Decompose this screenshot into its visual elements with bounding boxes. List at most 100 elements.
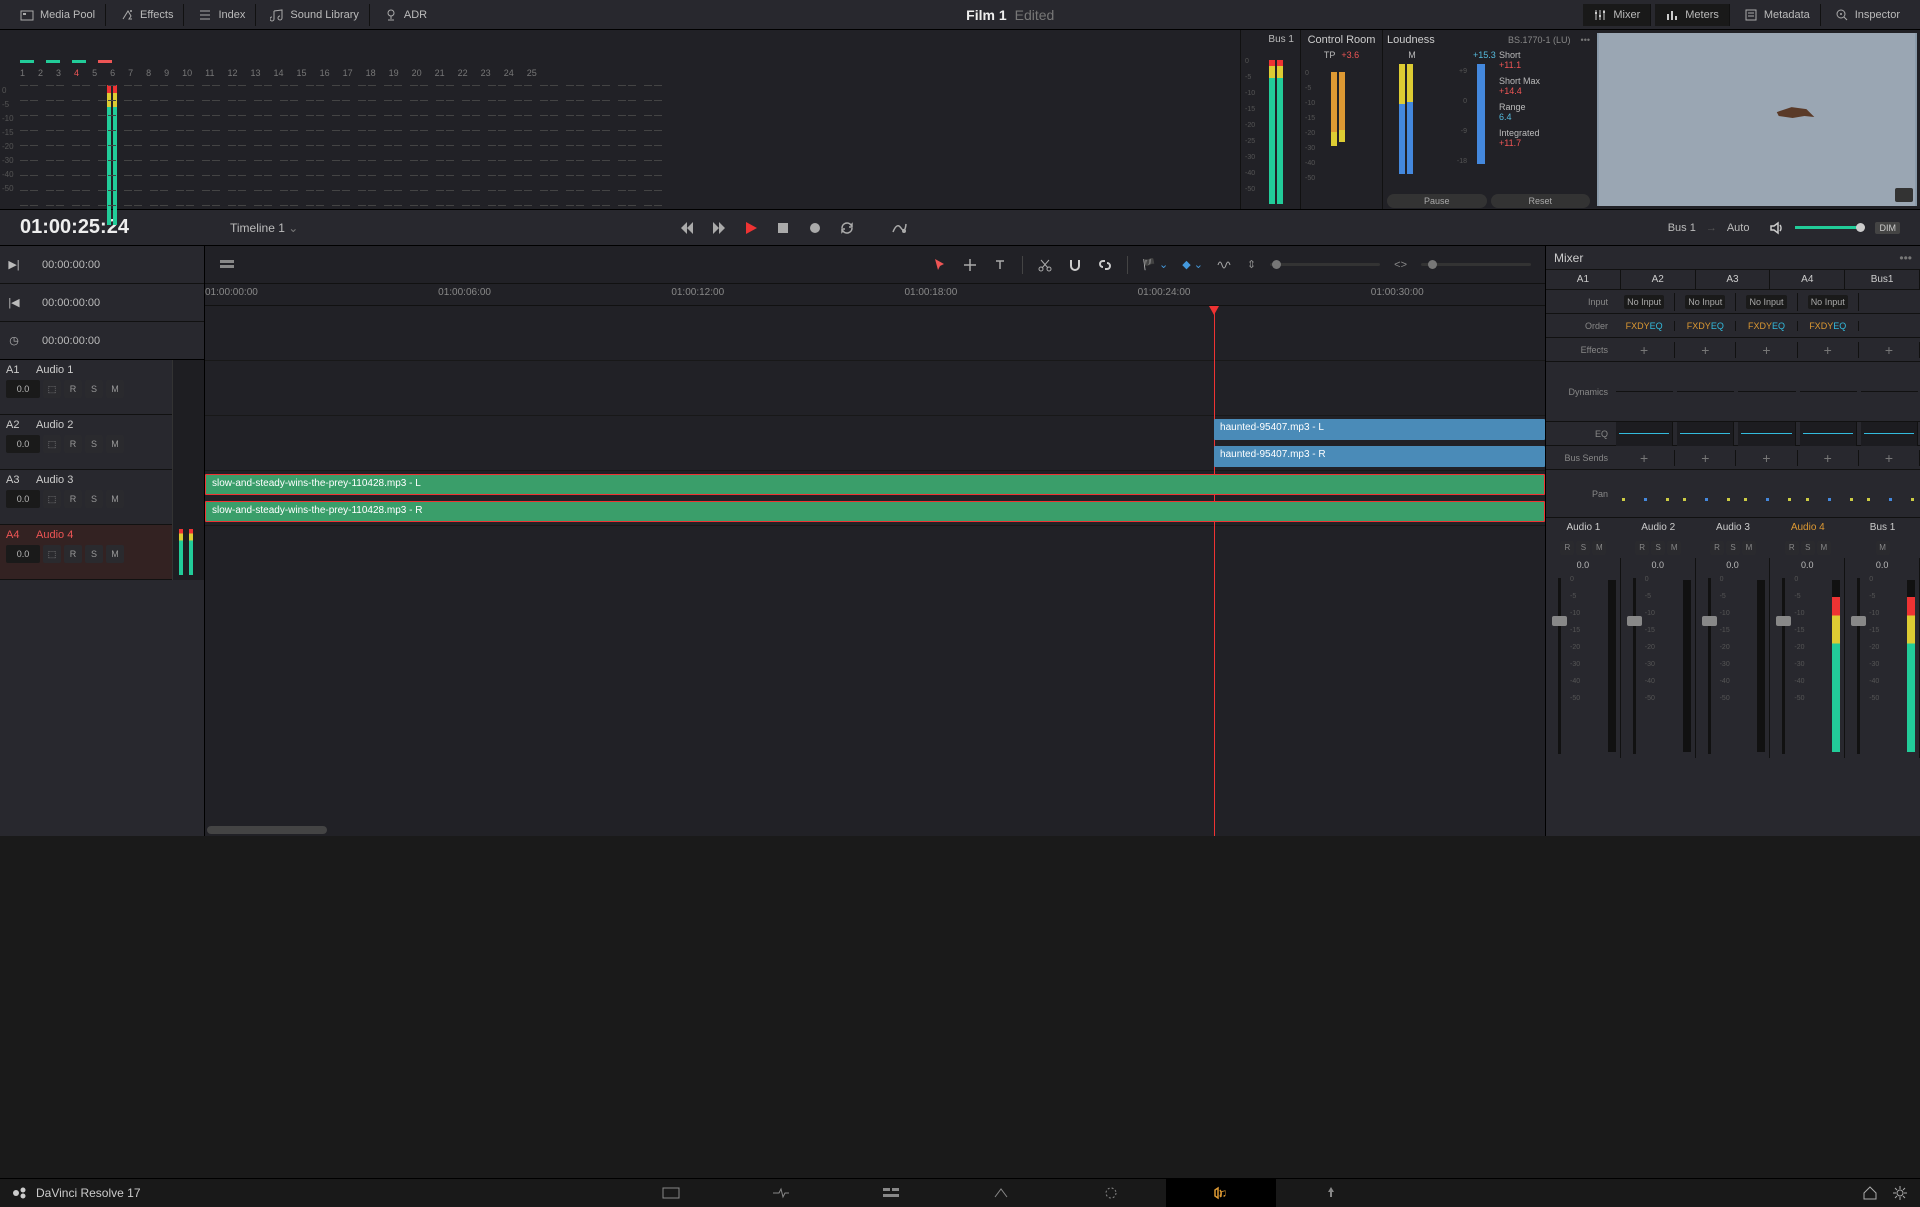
mixer-dynamics[interactable] (1616, 391, 1673, 392)
mixer-S[interactable]: S (1726, 541, 1740, 555)
mixer-fader[interactable]: 0.00-5-10-15-20-30-40-50 (1546, 558, 1621, 758)
audio-clip[interactable]: haunted-95407.mp3 - L (1214, 419, 1545, 440)
page-color[interactable] (1056, 1179, 1166, 1207)
mute-button[interactable]: M (106, 490, 124, 508)
track-header-A1[interactable]: A1Audio 10.0⬚RSM (0, 360, 172, 415)
mixer-tab[interactable]: Bus1 (1845, 270, 1920, 289)
mixer-S[interactable]: S (1801, 541, 1815, 555)
mute-button[interactable]: M (106, 380, 124, 398)
range-tool[interactable] (962, 257, 978, 273)
horiz-zoom-slider[interactable] (1421, 263, 1531, 266)
page-cut[interactable] (726, 1179, 836, 1207)
volume-slider[interactable] (1795, 226, 1865, 229)
dim-button[interactable]: DIM (1875, 222, 1900, 234)
snap-tool[interactable] (1067, 257, 1083, 273)
play-button[interactable] (743, 220, 759, 236)
expand-preview-icon[interactable] (1895, 188, 1913, 202)
mixer-input[interactable]: No Input (1746, 295, 1786, 309)
go-end-icon[interactable]: |◀ (0, 296, 28, 309)
lock-icon[interactable]: ⬚ (43, 435, 61, 453)
playhead[interactable] (1214, 306, 1215, 836)
lock-icon[interactable]: ⬚ (43, 380, 61, 398)
mixer-bus-send[interactable]: + (1798, 450, 1859, 466)
mixer-R[interactable]: R (1635, 541, 1649, 555)
topbar-mediapool[interactable]: Media Pool (10, 4, 106, 26)
mixer-bus-send[interactable]: + (1736, 450, 1797, 466)
mixer-bus-send[interactable]: + (1859, 450, 1920, 466)
mixer-add-effect[interactable]: + (1675, 342, 1736, 358)
mixer-dynamics[interactable] (1677, 391, 1734, 392)
topbar-soundlib[interactable]: Sound Library (260, 4, 370, 26)
text-tool[interactable] (992, 257, 1008, 273)
solo-button[interactable]: S (85, 380, 103, 398)
mixer-order[interactable]: FX DY EQ (1675, 321, 1736, 331)
mixer-M[interactable]: M (1667, 541, 1681, 555)
vert-zoom[interactable]: ⇕ (1247, 258, 1256, 271)
speaker-icon[interactable] (1769, 220, 1785, 236)
vert-zoom-slider[interactable] (1270, 263, 1380, 266)
mixer-dynamics[interactable] (1861, 391, 1918, 392)
mixer-add-effect[interactable]: + (1859, 342, 1920, 358)
mixer-eq[interactable] (1677, 422, 1734, 446)
loudness-pause-button[interactable]: Pause (1387, 194, 1487, 208)
mixer-options-icon[interactable]: ••• (1899, 251, 1912, 265)
record-arm[interactable]: R (64, 380, 82, 398)
mixer-tab[interactable]: A2 (1621, 270, 1696, 289)
mixer-R[interactable]: R (1710, 541, 1724, 555)
mixer-fader[interactable]: 0.00-5-10-15-20-30-40-50 (1770, 558, 1845, 758)
audio-clip[interactable]: slow-and-steady-wins-the-prey-110428.mp3… (205, 474, 1545, 495)
loop-button[interactable] (839, 220, 855, 236)
mixer-eq[interactable] (1800, 422, 1857, 446)
stop-button[interactable] (775, 220, 791, 236)
mixer-tab[interactable]: A3 (1696, 270, 1771, 289)
mixer-eq[interactable] (1861, 422, 1918, 446)
page-deliver[interactable] (1276, 1179, 1386, 1207)
mixer-add-effect[interactable]: + (1798, 342, 1859, 358)
clock-icon[interactable]: ◷ (0, 334, 28, 347)
mixer-order[interactable]: FX DY EQ (1614, 321, 1675, 331)
topbar-metadata[interactable]: Metadata (1734, 4, 1821, 26)
topbar-adr[interactable]: ADR (374, 4, 437, 26)
link-tool[interactable] (1097, 257, 1113, 273)
page-fairlight[interactable]: ♫ (1166, 1179, 1276, 1207)
mixer-fader[interactable]: 0.00-5-10-15-20-30-40-50 (1621, 558, 1696, 758)
mixer-fader[interactable]: 0.00-5-10-15-20-30-40-50 (1696, 558, 1771, 758)
page-fusion[interactable] (946, 1179, 1056, 1207)
flag-dropdown[interactable]: 🏴 ⌄ (1142, 258, 1168, 271)
timeline[interactable]: 🏴 ⌄ ◆ ⌄ ⇕ <> 01:00:00:0001:00:06:0001:00… (205, 246, 1545, 836)
monitor-auto[interactable]: Auto (1727, 222, 1750, 234)
mixer-add-effect[interactable]: + (1614, 342, 1675, 358)
topbar-index[interactable]: Index (188, 4, 256, 26)
record-arm[interactable]: R (64, 435, 82, 453)
mute-button[interactable]: M (106, 545, 124, 563)
mixer-M[interactable]: M (1592, 541, 1606, 555)
track-row[interactable] (205, 306, 1545, 361)
lock-icon[interactable]: ⬚ (43, 545, 61, 563)
audio-clip[interactable]: slow-and-steady-wins-the-prey-110428.mp3… (205, 501, 1545, 522)
track-header-A4[interactable]: A4Audio 40.0⬚RSM (0, 525, 172, 580)
mixer-R[interactable]: R (1560, 541, 1574, 555)
record-arm[interactable]: R (64, 545, 82, 563)
solo-button[interactable]: S (85, 435, 103, 453)
loudness-reset-button[interactable]: Reset (1491, 194, 1591, 208)
page-edit[interactable] (836, 1179, 946, 1207)
mixer-add-effect[interactable]: + (1736, 342, 1797, 358)
record-button[interactable] (807, 220, 823, 236)
topbar-meters[interactable]: Meters (1655, 4, 1730, 26)
mute-button[interactable]: M (106, 435, 124, 453)
record-arm[interactable]: R (64, 490, 82, 508)
rewind-button[interactable] (679, 220, 695, 236)
mixer-fader[interactable]: 0.00-5-10-15-20-30-40-50 (1845, 558, 1920, 758)
topbar-inspector[interactable]: Inspector (1825, 4, 1910, 26)
track-header-A2[interactable]: A2Audio 20.0⬚RSM (0, 415, 172, 470)
topbar-effects[interactable]: Effects (110, 4, 184, 26)
audio-clip[interactable]: haunted-95407.mp3 - R (1214, 446, 1545, 467)
solo-button[interactable]: S (85, 490, 103, 508)
marker-dropdown[interactable]: ◆ ⌄ (1182, 258, 1203, 271)
automation-button[interactable] (891, 220, 907, 236)
mixer-eq[interactable] (1616, 422, 1673, 446)
video-preview[interactable] (1597, 33, 1917, 206)
mixer-order[interactable]: FX DY EQ (1798, 321, 1859, 331)
page-media[interactable] (616, 1179, 726, 1207)
mixer-M[interactable]: M (1742, 541, 1756, 555)
